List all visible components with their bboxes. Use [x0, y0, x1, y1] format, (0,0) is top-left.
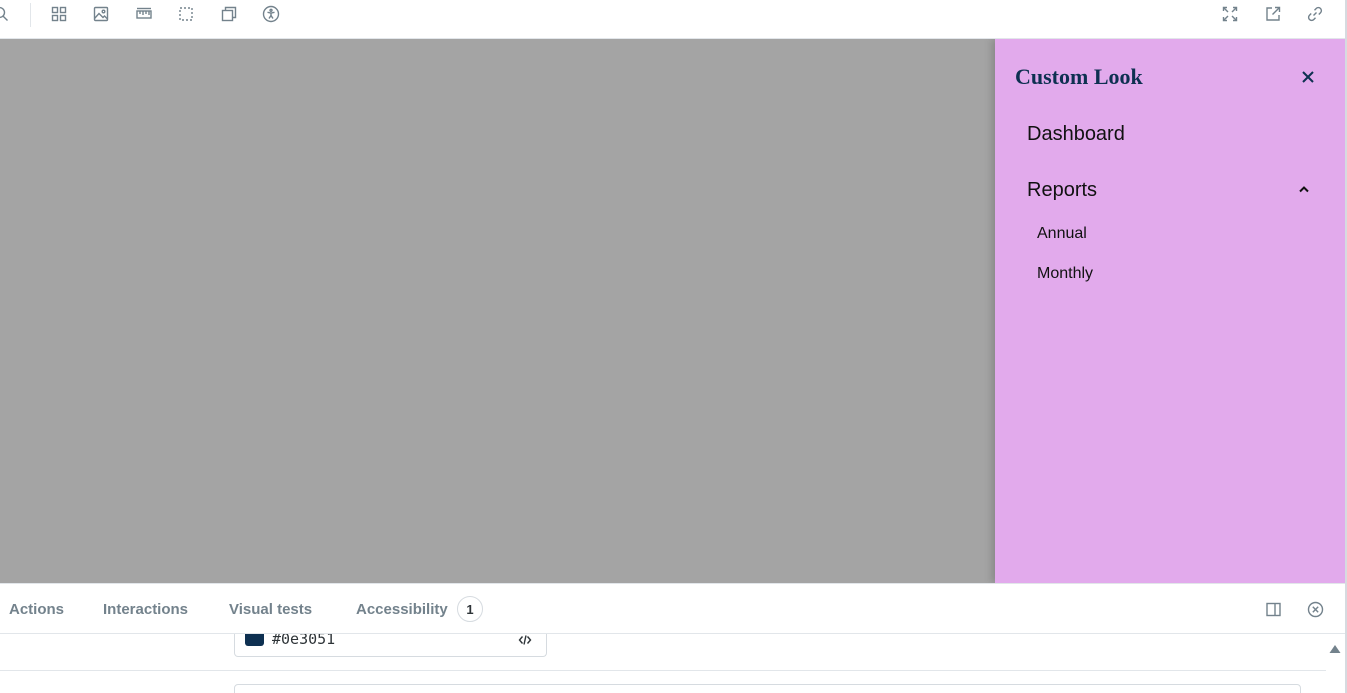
nav-subitem-annual[interactable]: Annual	[1037, 225, 1087, 243]
tab-actions[interactable]: Actions	[9, 601, 64, 618]
fullscreen-icon[interactable]	[1219, 3, 1241, 25]
tab-interactions[interactable]: Interactions	[103, 601, 188, 618]
toolbar-divider	[30, 3, 31, 27]
image-icon[interactable]	[90, 3, 112, 25]
navigation-drawer: Custom Look Dashboard Reports Annual Mon…	[995, 39, 1346, 583]
tab-accessibility[interactable]: Accessibility	[356, 601, 448, 618]
accessibility-count-badge: 1	[457, 596, 483, 622]
addon-panel-body: #0e3051	[0, 634, 1345, 693]
addon-panel-tabs: Actions Interactions Visual tests Access…	[0, 583, 1345, 634]
color-value: #0e3051	[272, 634, 336, 648]
outline-icon[interactable]	[175, 3, 197, 25]
ruler-icon[interactable]	[133, 3, 155, 25]
tab-visual-tests[interactable]: Visual tests	[229, 601, 312, 618]
story-preview: Custom Look Dashboard Reports Annual Mon…	[0, 39, 1347, 583]
row-divider	[0, 670, 1326, 671]
preview-toolbar	[0, 0, 1347, 39]
close-panel-icon[interactable]	[1304, 598, 1326, 620]
close-icon[interactable]	[1297, 66, 1319, 88]
panel-orientation-icon[interactable]	[1262, 598, 1284, 620]
drawer-backdrop[interactable]	[0, 39, 995, 583]
control-input[interactable]	[234, 684, 1301, 693]
grid-icon[interactable]	[48, 3, 70, 25]
viewport-icon[interactable]	[218, 3, 240, 25]
scroll-up-icon[interactable]	[1329, 641, 1341, 653]
nav-subitem-monthly[interactable]: Monthly	[1037, 265, 1093, 283]
open-new-tab-icon[interactable]	[1262, 3, 1284, 25]
drawer-title: Custom Look	[1015, 64, 1143, 89]
chevron-up-icon[interactable]	[1295, 180, 1313, 198]
accessibility-icon[interactable]	[260, 3, 282, 25]
search-icon[interactable]	[0, 3, 12, 25]
nav-item-reports[interactable]: Reports	[1027, 179, 1097, 202]
link-icon[interactable]	[1304, 3, 1326, 25]
code-icon[interactable]	[516, 634, 534, 649]
color-swatch[interactable]	[245, 634, 264, 646]
color-control-input[interactable]: #0e3051	[234, 634, 547, 657]
nav-item-dashboard[interactable]: Dashboard	[1027, 123, 1125, 146]
